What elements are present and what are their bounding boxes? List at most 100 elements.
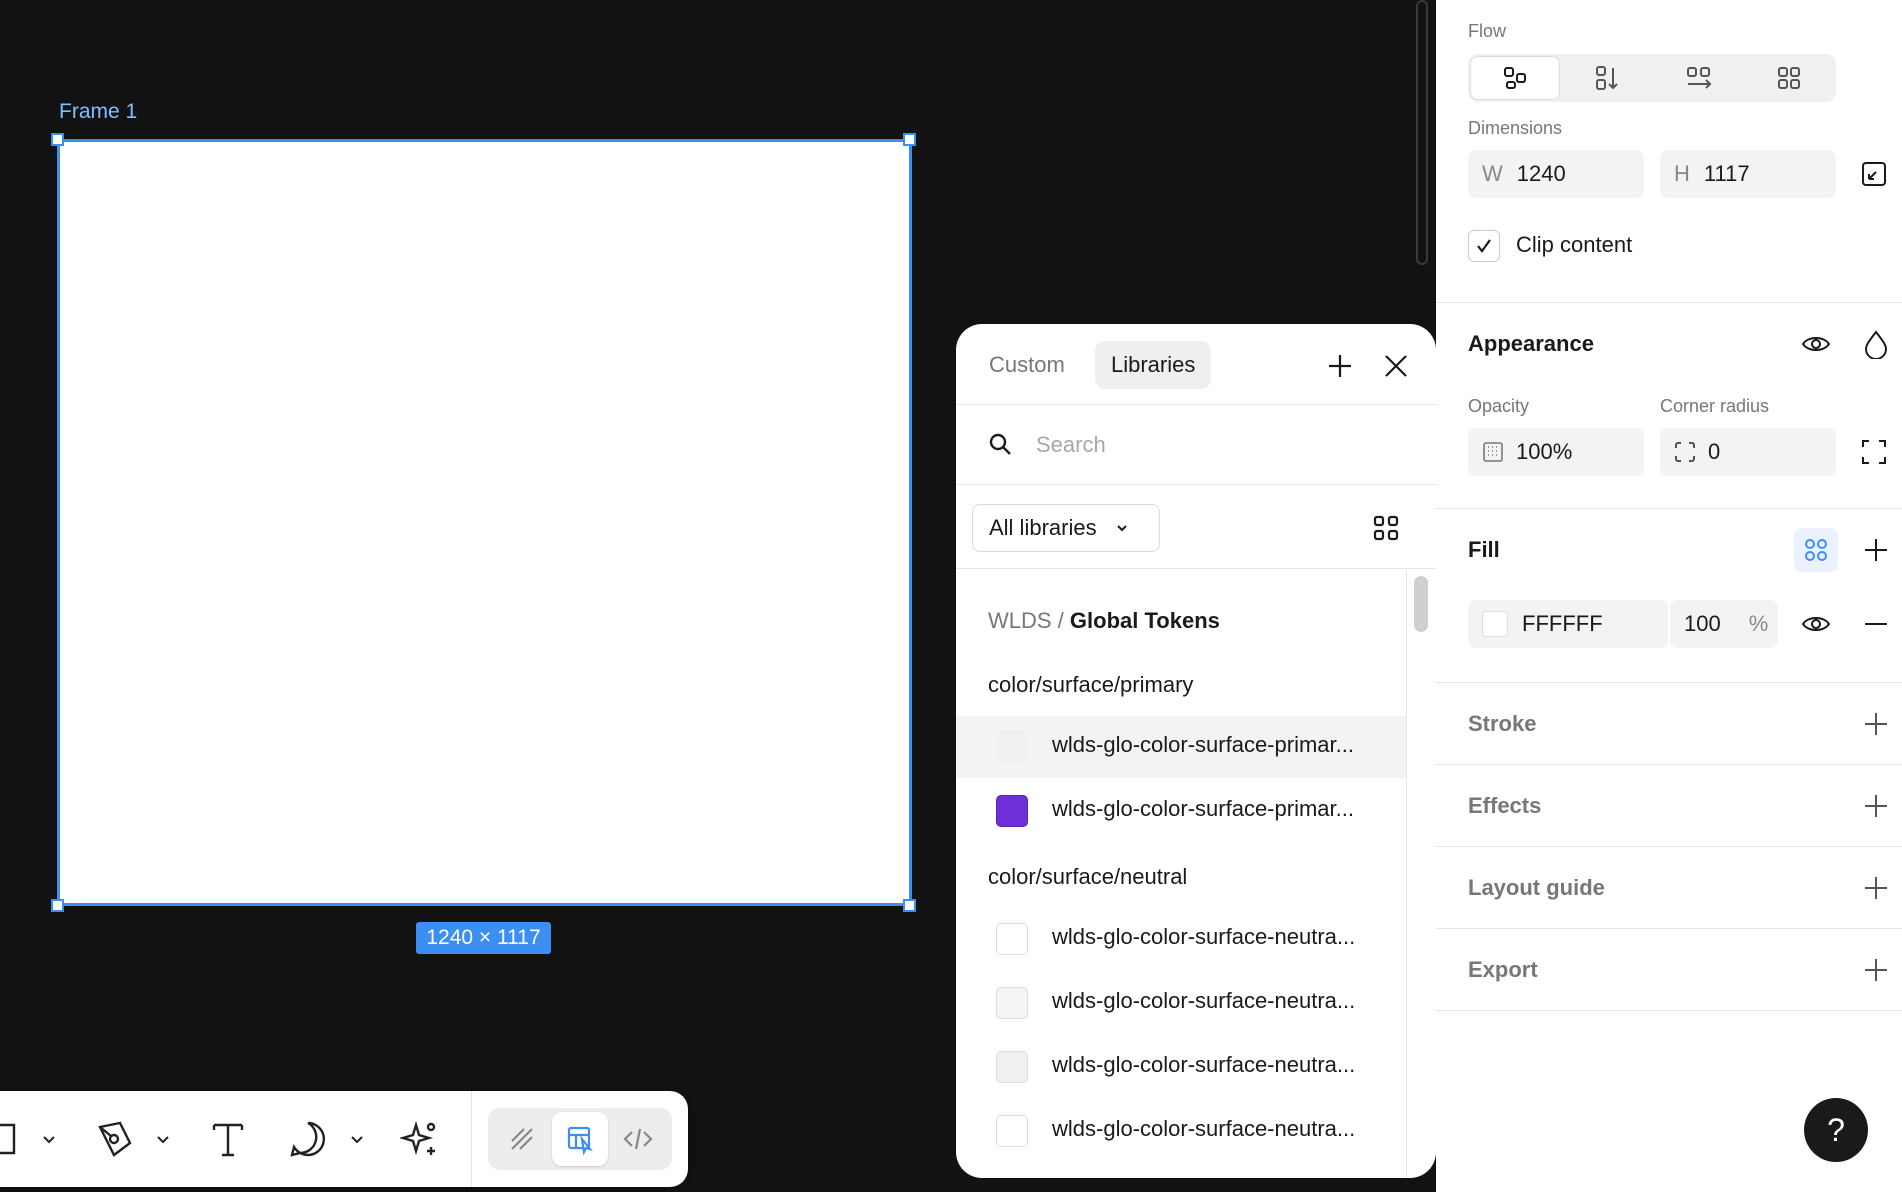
design-mode-icon[interactable] (552, 1112, 608, 1166)
fill-hex-value[interactable]: FFFFFF (1522, 611, 1603, 637)
independent-corners-icon[interactable] (1860, 438, 1888, 466)
add-stroke-icon[interactable] (1862, 710, 1890, 738)
mode-switcher (488, 1108, 672, 1170)
blend-mode-icon[interactable] (1860, 328, 1892, 360)
export-title[interactable]: Export (1468, 957, 1538, 983)
group-title: color/surface/neutral (988, 864, 1188, 889)
corner-radius-value[interactable]: 0 (1708, 439, 1720, 465)
add-effect-icon[interactable] (1862, 792, 1890, 820)
add-fill-icon[interactable] (1862, 536, 1890, 564)
group-title: color/surface/primary (988, 672, 1194, 697)
fill-opacity-value[interactable]: 100 (1684, 611, 1721, 637)
divider (1436, 682, 1902, 683)
library-filter-select[interactable]: All libraries (972, 504, 1160, 552)
breadcrumb-parent[interactable]: WLDS / (988, 608, 1064, 633)
token-row[interactable]: wlds-glo-color-surface-neutra... (956, 972, 1406, 1034)
token-name: wlds-glo-color-surface-neutra... (1052, 924, 1356, 949)
resize-handle-top-right[interactable] (903, 133, 916, 146)
clip-content-checkbox[interactable] (1468, 230, 1500, 262)
ai-sparkle-icon[interactable] (398, 1117, 442, 1161)
library-filter-label: All libraries (989, 515, 1097, 540)
breadcrumb[interactable]: WLDS / Global Tokens (988, 608, 1220, 634)
corner-radius-label: Corner radius (1660, 396, 1770, 416)
bottom-toolbar (0, 1091, 688, 1187)
color-swatch (996, 731, 1028, 763)
fill-hex-field[interactable]: FFFFFF (1468, 600, 1668, 648)
add-icon[interactable] (1322, 348, 1358, 384)
token-name: wlds-glo-color-surface-neutra... (1052, 988, 1356, 1013)
eye-icon[interactable] (1800, 608, 1832, 640)
add-export-icon[interactable] (1862, 956, 1890, 984)
opacity-value[interactable]: 100% (1516, 439, 1572, 465)
opacity-label: Opacity (1468, 396, 1530, 416)
comment-tool-icon[interactable] (286, 1117, 330, 1161)
width-value[interactable]: 1240 (1517, 161, 1566, 187)
flow-segmented-control (1468, 54, 1836, 102)
layout-guide-title[interactable]: Layout guide (1468, 875, 1605, 901)
stroke-title[interactable]: Stroke (1468, 711, 1536, 737)
style-library-icon[interactable] (1794, 528, 1838, 572)
search-icon (986, 430, 1014, 458)
text-tool-icon[interactable] (206, 1117, 250, 1161)
token-row[interactable]: wlds-glo-color-surface-neutra... (956, 1100, 1406, 1162)
flow-vertical-icon[interactable] (1562, 56, 1652, 100)
color-swatch (996, 1115, 1028, 1147)
opacity-field[interactable]: 100% (1468, 428, 1644, 476)
chevron-down-icon (1116, 525, 1127, 532)
canvas-scrollbar[interactable] (1416, 0, 1428, 265)
frame-tool-chevron-icon[interactable] (40, 1130, 58, 1148)
token-name: wlds-glo-color-surface-primar... (1052, 732, 1354, 757)
corner-radius-field[interactable]: 0 (1660, 428, 1836, 476)
comment-tool-chevron-icon[interactable] (348, 1130, 366, 1148)
frame-label[interactable]: Frame 1 (59, 100, 137, 124)
close-icon[interactable] (1378, 348, 1414, 384)
token-row[interactable]: wlds-glo-color-surface-primar... (956, 716, 1406, 778)
dimension-badge: 1240 × 1117 (416, 922, 551, 954)
flow-freeform-icon[interactable] (1470, 56, 1560, 100)
toolbar-divider (471, 1091, 472, 1187)
color-swatch (996, 795, 1028, 827)
flow-grid-icon[interactable] (1744, 56, 1834, 100)
opacity-icon (1483, 442, 1503, 462)
help-button[interactable]: ? (1804, 1098, 1868, 1162)
token-row[interactable]: wlds-glo-color-surface-primar... (956, 780, 1406, 842)
token-name: wlds-glo-color-surface-primar... (1052, 796, 1354, 821)
draw-mode-icon[interactable] (494, 1112, 550, 1166)
clip-content-label[interactable]: Clip content (1516, 232, 1632, 258)
fill-color-swatch[interactable] (1482, 611, 1508, 637)
pen-tool-icon[interactable] (92, 1117, 136, 1161)
fill-opacity-field[interactable]: 100 % (1670, 600, 1778, 648)
tab-libraries[interactable]: Libraries (1095, 341, 1212, 389)
tab-custom[interactable]: Custom (973, 341, 1081, 389)
eye-icon[interactable] (1800, 328, 1832, 360)
width-field[interactable]: W 1240 (1468, 150, 1644, 198)
width-prefix: W (1482, 161, 1503, 186)
resize-handle-bottom-left[interactable] (51, 899, 64, 912)
remove-fill-icon[interactable] (1862, 610, 1890, 638)
selected-frame[interactable] (57, 139, 912, 906)
token-row[interactable]: wlds-glo-color-surface-neutra... (956, 908, 1406, 970)
height-value[interactable]: 1117 (1704, 161, 1750, 187)
fill-opacity-unit: % (1748, 611, 1769, 636)
figma-window: Frame 1 1240 × 1117 Custom Libraries Sea… (0, 0, 1902, 1192)
resize-to-fit-icon[interactable] (1860, 160, 1888, 188)
grid-view-icon[interactable] (1370, 512, 1402, 544)
color-swatch (996, 987, 1028, 1019)
divider (956, 404, 1436, 405)
add-layout-guide-icon[interactable] (1862, 874, 1890, 902)
divider (956, 568, 1436, 569)
search-input[interactable]: Search (1036, 432, 1106, 458)
resize-handle-bottom-right[interactable] (903, 899, 916, 912)
dev-mode-icon[interactable] (610, 1112, 666, 1166)
list-scrollbar-thumb[interactable] (1414, 576, 1428, 632)
token-row[interactable]: wlds-glo-color-surface-neutra... (956, 1036, 1406, 1098)
flow-horizontal-icon[interactable] (1654, 56, 1744, 100)
pen-tool-chevron-icon[interactable] (154, 1130, 172, 1148)
divider (1436, 508, 1902, 509)
frame-tool-icon[interactable] (0, 1119, 20, 1159)
token-list: WLDS / Global Tokens color/surface/prima… (956, 570, 1406, 1178)
height-field[interactable]: H 1117 (1660, 150, 1836, 198)
effects-title[interactable]: Effects (1468, 793, 1541, 819)
resize-handle-top-left[interactable] (51, 133, 64, 146)
height-prefix: H (1674, 161, 1690, 186)
